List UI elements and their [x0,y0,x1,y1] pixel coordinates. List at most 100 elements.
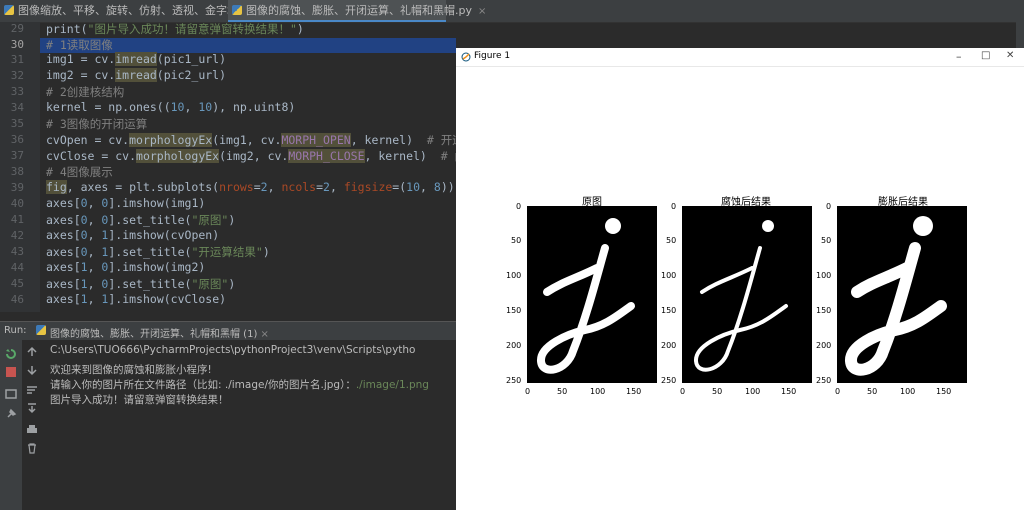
line-number: 29 [10,22,24,35]
matplotlib-logo-icon [461,52,471,62]
line-number: 43 [10,245,24,258]
code-line[interactable]: axes[1, 0].set_title("原图") [46,276,235,292]
subplot-image-original [527,206,657,383]
y-tick-label: 250 [506,376,522,385]
code-line[interactable]: # 2创建核结构 [46,84,124,100]
restore-layout-icon[interactable] [5,388,17,400]
line-number: 34 [10,101,24,114]
console-line: C:\Users\TUO666\PycharmProjects\pythonPr… [50,344,416,356]
line-number: 44 [10,261,24,274]
console-line: 图片导入成功！请留意弹窗转换结果！ [50,394,229,406]
line-number: 41 [10,213,24,226]
code-line[interactable]: cvClose = cv.morphologyEx(img2, cv.MORPH… [46,148,489,164]
y-tick-label: 50 [821,236,832,245]
y-tick-label: 100 [661,271,677,280]
x-tick-label: 0 [680,387,686,396]
figure-title: Figure 1 [474,51,511,61]
ide-side-strip [1016,22,1024,48]
y-tick-label: 50 [511,236,522,245]
line-number: 42 [10,229,24,242]
line-number: 30 [10,38,24,51]
line-number: 35 [10,117,24,130]
run-tab-label: 图像的腐蚀、膨胀、开闭运算、礼帽和黑帽 (1) [50,329,258,340]
code-line[interactable]: axes[0, 0].set_title("原图") [46,212,235,228]
tab-label: 图像的腐蚀、膨胀、开闭运算、礼帽和黑帽.py [246,4,472,17]
y-tick-label: 100 [506,271,522,280]
code-line[interactable]: fig, axes = plt.subplots(nrows=2, ncols=… [46,180,455,194]
line-number: 36 [10,133,24,146]
tab-image-transform[interactable]: 图像缩放、平移、旋转、仿射、透视、金字塔.py× [0,0,269,22]
y-tick-label: 250 [661,376,677,385]
y-tick-label: 0 [671,202,677,211]
x-tick-label: 150 [936,387,952,396]
run-toolbar [0,340,22,510]
print-icon[interactable] [26,424,38,436]
code-line[interactable]: kernel = np.ones((10, 10), np.uint8) [46,100,295,114]
code-line[interactable]: # 1读取图像 [46,37,113,53]
code-line[interactable]: cvOpen = cv.morphologyEx(img1, cv.MORPH_… [46,132,475,148]
close-tab-icon[interactable]: × [478,6,486,17]
arrow-down-icon[interactable] [26,364,38,376]
close-run-tab-icon[interactable]: × [261,329,269,340]
y-tick-label: 200 [661,341,677,350]
x-tick-label: 100 [590,387,606,396]
line-number: 45 [10,277,24,290]
tab-label: 图像缩放、平移、旋转、仿射、透视、金字塔.py [18,4,255,17]
code-line[interactable]: # 4图像展示 [46,164,113,180]
line-number: 37 [10,149,24,162]
y-tick-label: 0 [826,202,832,211]
y-tick-label: 200 [816,341,832,350]
scroll-to-end-icon[interactable] [26,402,38,414]
x-tick-label: 100 [900,387,916,396]
x-tick-label: 150 [626,387,642,396]
tab-morphology[interactable]: 图像的腐蚀、膨胀、开闭运算、礼帽和黑帽.py × [228,0,486,22]
run-console[interactable]: C:\Users\TUO666\PycharmProjects\pythonPr… [22,340,456,510]
x-tick-label: 100 [745,387,761,396]
pin-icon[interactable] [5,408,17,420]
run-tab[interactable]: 图像的腐蚀、膨胀、开闭运算、礼帽和黑帽 (1) × [50,325,269,340]
code-line[interactable]: img1 = cv.imread(pic1_url) [46,52,226,66]
y-tick-label: 150 [506,306,522,315]
code-line[interactable]: axes[0, 1].imshow(cvOpen) [46,228,219,242]
line-number: 46 [10,293,24,306]
line-number: 33 [10,85,24,98]
x-tick-label: 150 [781,387,797,396]
y-tick-label: 200 [506,341,522,350]
close-button[interactable]: ✕ [1006,50,1014,61]
x-tick-label: 50 [557,387,568,396]
console-input: ./image/1.png [355,379,429,391]
code-line[interactable]: axes[0, 1].set_title("开运算结果") [46,244,270,260]
code-line[interactable]: # 3图像的开闭运算 [46,116,147,132]
line-number: 32 [10,69,24,82]
code-line[interactable]: axes[1, 0].imshow(img2) [46,260,205,274]
x-tick-label: 50 [867,387,878,396]
editor-tab-bar: 图像缩放、平移、旋转、仿射、透视、金字塔.py× 图像的腐蚀、膨胀、开闭运算、礼… [0,0,1024,23]
subplot-image-eroded [682,206,812,383]
line-number: 40 [10,197,24,210]
x-tick-label: 50 [712,387,723,396]
python-file-icon [232,5,242,15]
python-file-icon [36,325,46,335]
figure-title-bar: Figure 1 – □ ✕ [456,48,1024,67]
python-file-icon [4,5,14,15]
subplot-image-dilated [837,206,967,383]
maximize-button[interactable]: □ [981,50,990,61]
code-line[interactable]: axes[0, 0].imshow(img1) [46,196,205,210]
y-tick-label: 150 [661,306,677,315]
minimize-button[interactable]: – [956,50,962,63]
y-tick-label: 100 [816,271,832,280]
soft-wrap-icon[interactable] [26,384,38,396]
trash-icon[interactable] [26,442,38,454]
code-line[interactable]: print("图片导入成功！请留意弹窗转换结果！") [46,21,304,37]
stop-icon[interactable] [5,366,17,378]
rerun-icon[interactable] [5,348,17,360]
code-line[interactable]: axes[1, 1].imshow(cvClose) [46,292,226,306]
arrow-up-icon[interactable] [26,346,38,358]
console-line: 欢迎来到图像的腐蚀和膨胀小程序! [50,364,212,376]
y-tick-label: 0 [516,202,522,211]
y-tick-label: 150 [816,306,832,315]
y-tick-label: 250 [816,376,832,385]
code-line[interactable]: img2 = cv.imread(pic2_url) [46,68,226,82]
run-panel-header: Run: 图像的腐蚀、膨胀、开闭运算、礼帽和黑帽 (1) × [0,321,456,340]
line-number: 39 [10,181,24,194]
